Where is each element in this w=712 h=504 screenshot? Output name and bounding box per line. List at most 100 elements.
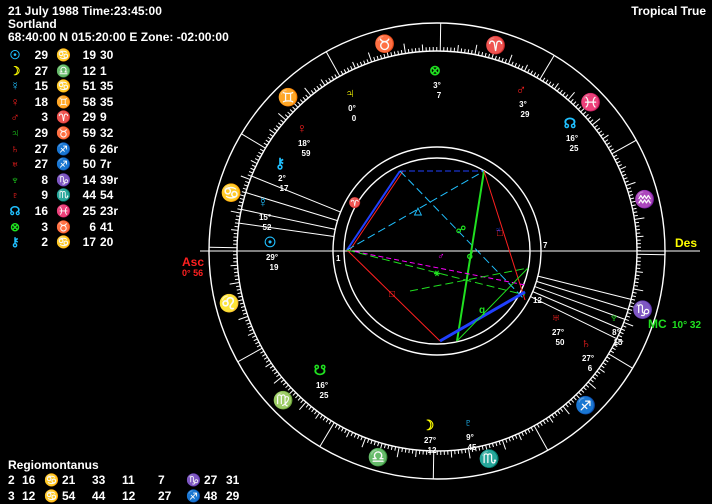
planet-degree: 27° <box>552 328 564 337</box>
degree-tick <box>374 57 375 61</box>
degree-tick <box>316 413 320 419</box>
wheel-planet-label[interactable]: ♃0°0 <box>345 85 357 123</box>
degree-tick <box>465 449 466 453</box>
degree-tick <box>329 78 331 81</box>
degree-tick <box>347 68 349 72</box>
degree-tick <box>274 128 277 130</box>
degree-tick <box>512 436 514 440</box>
degree-tick <box>615 158 619 160</box>
degree-tick <box>326 80 328 83</box>
degree-tick <box>236 216 240 217</box>
degree-tick <box>590 120 593 123</box>
degree-tick <box>502 440 505 449</box>
degree-tick <box>594 125 597 127</box>
zodiac-sign-icon: ♒ <box>634 189 655 209</box>
degree-tick <box>260 351 263 353</box>
degree-tick <box>254 339 258 341</box>
planet-icon: ☉ <box>264 234 277 250</box>
degree-tick <box>241 176 250 180</box>
zodiac-sign-icon: ♏ <box>478 449 499 469</box>
degree-tick <box>314 88 316 91</box>
degree-tick <box>518 65 520 69</box>
zodiac-sign-icon: ♈ <box>485 35 506 55</box>
house-cusp-lines <box>239 176 631 339</box>
degree-tick <box>628 191 632 192</box>
degree-tick <box>241 306 245 307</box>
wheel-planet-label[interactable]: ♄27°6 <box>581 335 594 373</box>
wheel-planet-label[interactable]: ☽27°12 <box>422 417 437 455</box>
degree-tick <box>278 113 286 120</box>
degree-tick <box>317 86 319 89</box>
degree-tick <box>468 49 469 53</box>
wheel-planet-label[interactable]: ♇9°45 <box>463 414 477 452</box>
planet-icon: ♅ <box>551 309 562 325</box>
degree-tick <box>571 399 574 402</box>
degree-tick <box>555 413 557 416</box>
degree-tick <box>260 149 263 151</box>
degree-tick <box>288 112 291 115</box>
degree-tick <box>281 380 284 383</box>
degree-tick <box>546 80 548 83</box>
zodiac-sign-icon: ♐ <box>575 395 596 415</box>
degree-tick <box>565 95 568 98</box>
house-cusp-line <box>239 223 334 236</box>
wheel-planet-label[interactable]: ⚷2°17 <box>275 155 289 193</box>
wheel-planet-label[interactable]: ⊗3°7 <box>429 62 442 100</box>
planet-minutes: 25 <box>570 144 579 153</box>
degree-tick <box>537 424 539 427</box>
degree-tick <box>377 56 378 60</box>
degree-tick <box>540 55 554 79</box>
degree-tick <box>583 387 586 390</box>
horoscope-wheel[interactable]: △☍☌□♂⚹□♃♈q ♈♉♊♋♌♍♎♏♐♑♒♓ ⊗3°7♃0°0♂3°29☊16… <box>0 0 712 503</box>
wheel-planet-label[interactable]: ☊16°25 <box>564 115 579 153</box>
degree-tick <box>603 363 606 365</box>
planet-degree: 9° <box>466 433 474 442</box>
degree-tick <box>552 415 554 418</box>
house-cusp-line <box>241 209 335 229</box>
planet-minutes: 6 <box>588 364 593 373</box>
degree-tick <box>543 420 545 423</box>
mc-degree: 10° 32 <box>672 320 701 331</box>
degree-tick <box>624 178 628 179</box>
degree-tick <box>603 135 609 139</box>
wheel-planet-label[interactable]: ♂3°29 <box>516 81 530 119</box>
wheel-planet-label[interactable]: ♅27°50 <box>551 309 565 347</box>
degree-tick <box>624 322 633 326</box>
degree-tick <box>595 374 598 376</box>
degree-tick <box>528 429 530 433</box>
wheel-planet-label[interactable]: ☋16°25 <box>314 362 329 400</box>
degree-tick <box>286 385 289 388</box>
planet-degree: 8° <box>612 328 620 337</box>
degree-tick <box>278 123 281 126</box>
degree-tick <box>239 316 248 319</box>
aspect-symbol: □ <box>389 289 395 300</box>
degree-tick <box>364 61 365 65</box>
degree-tick <box>405 449 406 453</box>
degree-tick <box>251 160 257 163</box>
degree-tick <box>599 368 605 372</box>
degree-tick <box>627 313 631 314</box>
house-number: 1 <box>336 254 341 263</box>
degree-tick <box>264 143 267 145</box>
planet-minutes: 7 <box>437 91 442 100</box>
degree-tick <box>471 50 472 54</box>
degree-tick <box>321 80 325 86</box>
planet-icon: ♄ <box>581 335 592 351</box>
degree-tick <box>285 115 288 118</box>
planet-minutes: 45 <box>468 443 477 452</box>
degree-tick <box>409 449 410 453</box>
degree-tick <box>634 218 644 220</box>
wheel-planet-label[interactable]: ♀18°59 <box>297 120 311 158</box>
degree-tick <box>402 448 403 452</box>
degree-tick <box>601 366 604 368</box>
degree-tick <box>499 441 500 445</box>
degree-tick <box>351 432 353 436</box>
wheel-planet-label[interactable]: ☉29°19 <box>264 234 279 272</box>
degree-tick <box>635 279 639 280</box>
degree-tick <box>244 185 248 186</box>
degree-tick <box>240 303 244 304</box>
des-label: Des <box>675 236 697 250</box>
degree-tick <box>509 438 510 442</box>
degree-tick <box>301 400 304 403</box>
planet-degree: 16° <box>316 381 328 390</box>
